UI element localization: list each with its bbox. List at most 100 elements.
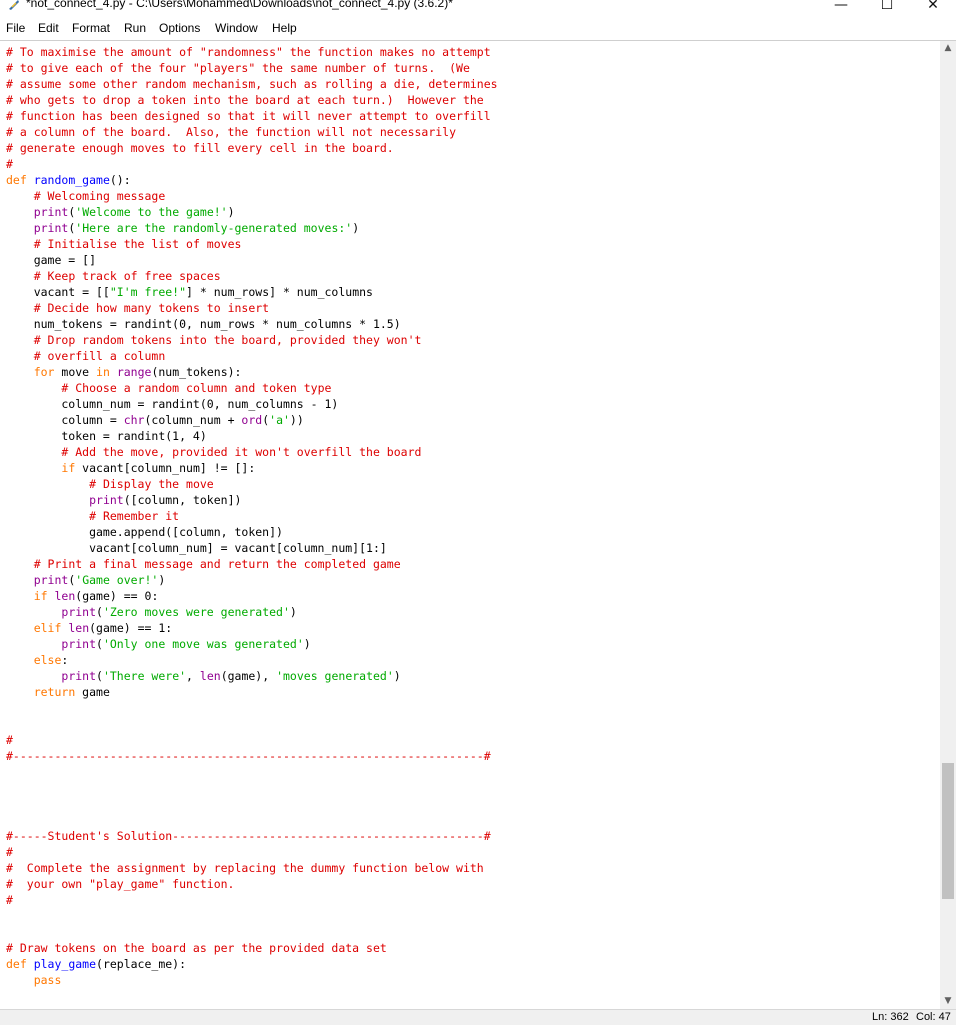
python-feather-icon	[7, 0, 20, 11]
code-token: chr	[123, 413, 145, 427]
code-token: ord	[241, 413, 263, 427]
chevron-up-icon[interactable]: ▲	[940, 41, 956, 55]
code-line: # a column of the board. Also, the funct…	[6, 125, 456, 139]
code-token: #-----Student's Solution----------------…	[6, 829, 491, 843]
code-token: len	[54, 589, 76, 603]
code-token: 'There were'	[102, 669, 187, 683]
code-token: # generate enough moves to fill every ce…	[6, 141, 394, 155]
chevron-down-icon[interactable]: ▼	[940, 994, 956, 1008]
code-token: # Print a final message and return the c…	[33, 557, 401, 571]
close-button[interactable]: ✕	[910, 0, 956, 16]
code-token: print	[61, 669, 97, 683]
code-token: 'a'	[269, 413, 290, 427]
code-token: ,	[186, 669, 200, 683]
code-token: for	[33, 365, 55, 379]
code-line: print([column, token])	[6, 493, 241, 507]
code-line: return game	[6, 685, 110, 699]
maximize-button[interactable]: ☐	[864, 0, 910, 16]
scrollbar-thumb[interactable]	[942, 763, 954, 899]
code-token: )	[352, 221, 360, 235]
code-token: 'Zero moves were generated'	[102, 605, 290, 619]
code-line: # Add the move, provided it won't overfi…	[6, 445, 421, 459]
code-token: if	[33, 589, 48, 603]
code-token: # Choose a random column and token type	[61, 381, 332, 395]
code-token: #---------------------------------------…	[6, 749, 491, 763]
code-token: # Initialise the list of moves	[33, 237, 242, 251]
code-token: :	[61, 653, 69, 667]
code-token: vacant = [[	[6, 285, 110, 299]
code-token: random_game	[33, 173, 110, 187]
code-token: column_num = randint(0, num_columns - 1)	[6, 397, 339, 411]
code-token: game = []	[6, 253, 97, 267]
code-line: # function has been designed so that it …	[6, 109, 491, 123]
menu-run[interactable]: Run	[124, 21, 146, 35]
code-line: num_tokens = randint(0, num_rows * num_c…	[6, 317, 401, 331]
code-line: if len(game) == 0:	[6, 589, 159, 603]
menu-format[interactable]: Format	[72, 21, 110, 35]
code-token: play_game	[33, 957, 97, 971]
code-token: 'Game over!'	[75, 573, 159, 587]
code-line: print('Game over!')	[6, 573, 166, 587]
code-line: # Choose a random column and token type	[6, 381, 331, 395]
menu-help[interactable]: Help	[272, 21, 297, 35]
code-token: # Display the move	[89, 477, 214, 491]
code-line: # Print a final message and return the c…	[6, 557, 401, 571]
code-token: pass	[33, 973, 62, 987]
code-token: print	[33, 221, 69, 235]
code-line: print('Only one move was generated')	[6, 637, 310, 651]
code-line: print('Welcome to the game!')	[6, 205, 235, 219]
code-token: if	[61, 461, 76, 475]
code-line: # Keep track of free spaces	[6, 269, 221, 283]
code-token: )	[158, 573, 166, 587]
code-token: # function has been designed so that it …	[6, 109, 491, 123]
code-token: game.append([column, token])	[6, 525, 283, 539]
code-token: num_tokens = randint(0, num_rows * num_c…	[6, 317, 401, 331]
code-text[interactable]: # To maximise the amount of "randomness"…	[6, 44, 498, 1009]
code-token: ():	[109, 173, 131, 187]
menu-file[interactable]: File	[6, 21, 25, 35]
minimize-button[interactable]: —	[818, 0, 864, 16]
code-line: #---------------------------------------…	[6, 749, 491, 763]
code-token: ([column, token])	[123, 493, 242, 507]
status-column-number: Col: 47	[916, 1011, 951, 1023]
code-line: #	[6, 733, 13, 747]
code-line: # Complete the assignment by replacing t…	[6, 861, 484, 875]
code-line: # your own "play_game" function.	[6, 877, 234, 891]
code-line: # Remember it	[6, 509, 179, 523]
code-token: (game) == 1:	[89, 621, 173, 635]
code-line: def play_game(replace_me):	[6, 957, 186, 971]
menu-edit[interactable]: Edit	[38, 21, 59, 35]
code-line: # who gets to drop a token into the boar…	[6, 93, 484, 107]
code-line: vacant[column_num] = vacant[column_num][…	[6, 541, 387, 555]
code-token: (	[96, 669, 103, 683]
code-token: print	[61, 605, 97, 619]
code-token: def	[6, 173, 34, 187]
code-token: #	[6, 157, 13, 171]
code-token: token = randint(1, 4)	[6, 429, 207, 443]
code-editor[interactable]: # To maximise the amount of "randomness"…	[0, 41, 940, 1009]
code-token: column =	[6, 413, 124, 427]
code-token: # your own "play_game" function.	[6, 877, 235, 891]
code-line: game = []	[6, 253, 96, 267]
code-line: for move in range(num_tokens):	[6, 365, 242, 379]
code-line: # Welcoming message	[6, 189, 166, 203]
vertical-scrollbar[interactable]: ▲ ▼	[940, 41, 956, 1009]
menu-window[interactable]: Window	[215, 21, 258, 35]
code-token: vacant[column_num] = vacant[column_num][…	[6, 541, 387, 555]
code-line: print('There were', len(game), 'moves ge…	[6, 669, 400, 683]
menu-options[interactable]: Options	[159, 21, 200, 35]
status-bar: Ln: 362 Col: 47	[0, 1009, 956, 1025]
code-line: # to give each of the four "players" the…	[6, 61, 470, 75]
